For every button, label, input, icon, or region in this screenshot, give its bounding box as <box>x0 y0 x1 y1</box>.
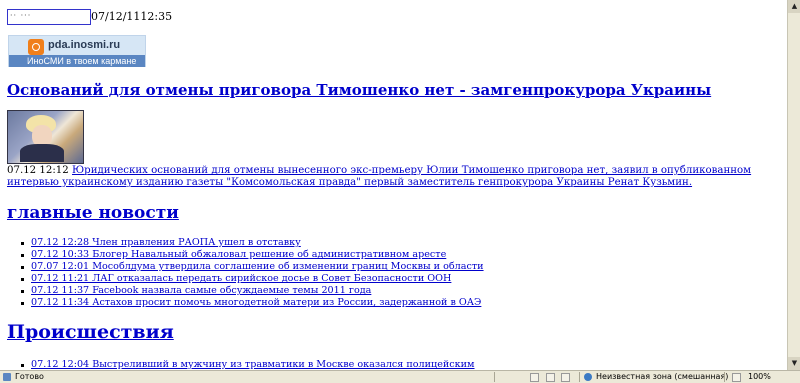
status-divider <box>494 372 495 382</box>
section-main-news-heading[interactable]: главные новости <box>7 203 179 223</box>
article-time: 07.12 12:12 <box>7 165 69 176</box>
vertical-scrollbar[interactable]: ▲ ▼ <box>787 0 800 370</box>
news-link[interactable]: 07.12 10:33 Блогер Навальный обжаловал р… <box>31 249 446 260</box>
status-icon <box>561 373 570 382</box>
status-bar: Готово Неизвестная зона (смешанная) 100% <box>0 370 800 383</box>
section-incidents-link[interactable]: Происшествия <box>7 321 174 343</box>
article-headline-link[interactable]: Оснований для отмены приговора Тимошенко… <box>7 81 711 99</box>
list-item: 07.12 11:21 ЛАГ отказалась передать сири… <box>19 273 484 285</box>
status-icon <box>530 373 539 382</box>
top-date: 07/12/1112:35 <box>91 10 173 23</box>
zoom-icon[interactable] <box>732 373 741 382</box>
status-divider <box>579 372 580 382</box>
page-icon <box>3 373 11 381</box>
article-lead-link[interactable]: Юридических оснований для отмены вынесен… <box>7 165 751 188</box>
list-item: 07.12 12:04 Выстреливший в мужчину из тр… <box>19 359 475 370</box>
section-incidents-heading[interactable]: Происшествия <box>7 321 174 343</box>
news-link[interactable]: 07.12 11:34 Астахов просит помочь многод… <box>31 297 481 308</box>
status-icon <box>546 373 555 382</box>
banner-domain: pda.inosmi.ru <box>48 39 121 51</box>
incidents-list: 07.12 12:04 Выстреливший в мужчину из тр… <box>19 359 475 370</box>
list-item: 07.12 12:28 Член правления РАОПА ушел в … <box>19 237 484 249</box>
globe-icon <box>584 373 592 381</box>
news-link[interactable]: 07.12 11:21 ЛАГ отказалась передать сири… <box>31 273 451 284</box>
status-divider <box>724 372 725 382</box>
main-news-list: 07.12 12:28 Член правления РАОПА ушел в … <box>19 237 484 309</box>
page-content: ·· ··· 07/12/1112:35 pda.inosmi.ru ИноСМ… <box>0 0 787 370</box>
list-item: 07.12 11:34 Астахов просит помочь многод… <box>19 297 484 309</box>
status-zone: Неизвестная зона (смешанная) <box>596 372 729 381</box>
redacted-scribble: ·· ··· <box>10 11 32 20</box>
article-lead: 07.12 12:12 Юридических оснований для от… <box>7 165 767 189</box>
inosmi-logo-icon <box>28 39 44 55</box>
list-item: 07.07 12:01 Мособлдума утвердила соглаше… <box>19 261 484 273</box>
news-link[interactable]: 07.12 11:37 Facebook назвала самые обсуж… <box>31 285 371 296</box>
banner-slogan: ИноСМИ в твоем кармане <box>9 55 145 67</box>
news-link[interactable]: 07.12 12:04 Выстреливший в мужчину из тр… <box>31 359 475 370</box>
section-main-news-link[interactable]: главные новости <box>7 203 179 223</box>
news-link[interactable]: 07.12 12:28 Член правления РАОПА ушел в … <box>31 237 301 248</box>
scroll-down-icon[interactable]: ▼ <box>788 357 800 370</box>
scroll-up-icon[interactable]: ▲ <box>788 0 800 13</box>
pda-inosmi-banner[interactable]: pda.inosmi.ru ИноСМИ в твоем кармане <box>8 35 146 67</box>
photo-body <box>20 144 64 162</box>
article-photo[interactable] <box>7 110 84 164</box>
news-link[interactable]: 07.07 12:01 Мособлдума утвердила соглаше… <box>31 261 484 272</box>
zoom-level[interactable]: 100% <box>748 371 771 383</box>
top-redacted-box: ·· ··· <box>7 9 91 25</box>
status-ready: Готово <box>15 372 44 381</box>
list-item: 07.12 10:33 Блогер Навальный обжаловал р… <box>19 249 484 261</box>
list-item: 07.12 11:37 Facebook назвала самые обсуж… <box>19 285 484 297</box>
